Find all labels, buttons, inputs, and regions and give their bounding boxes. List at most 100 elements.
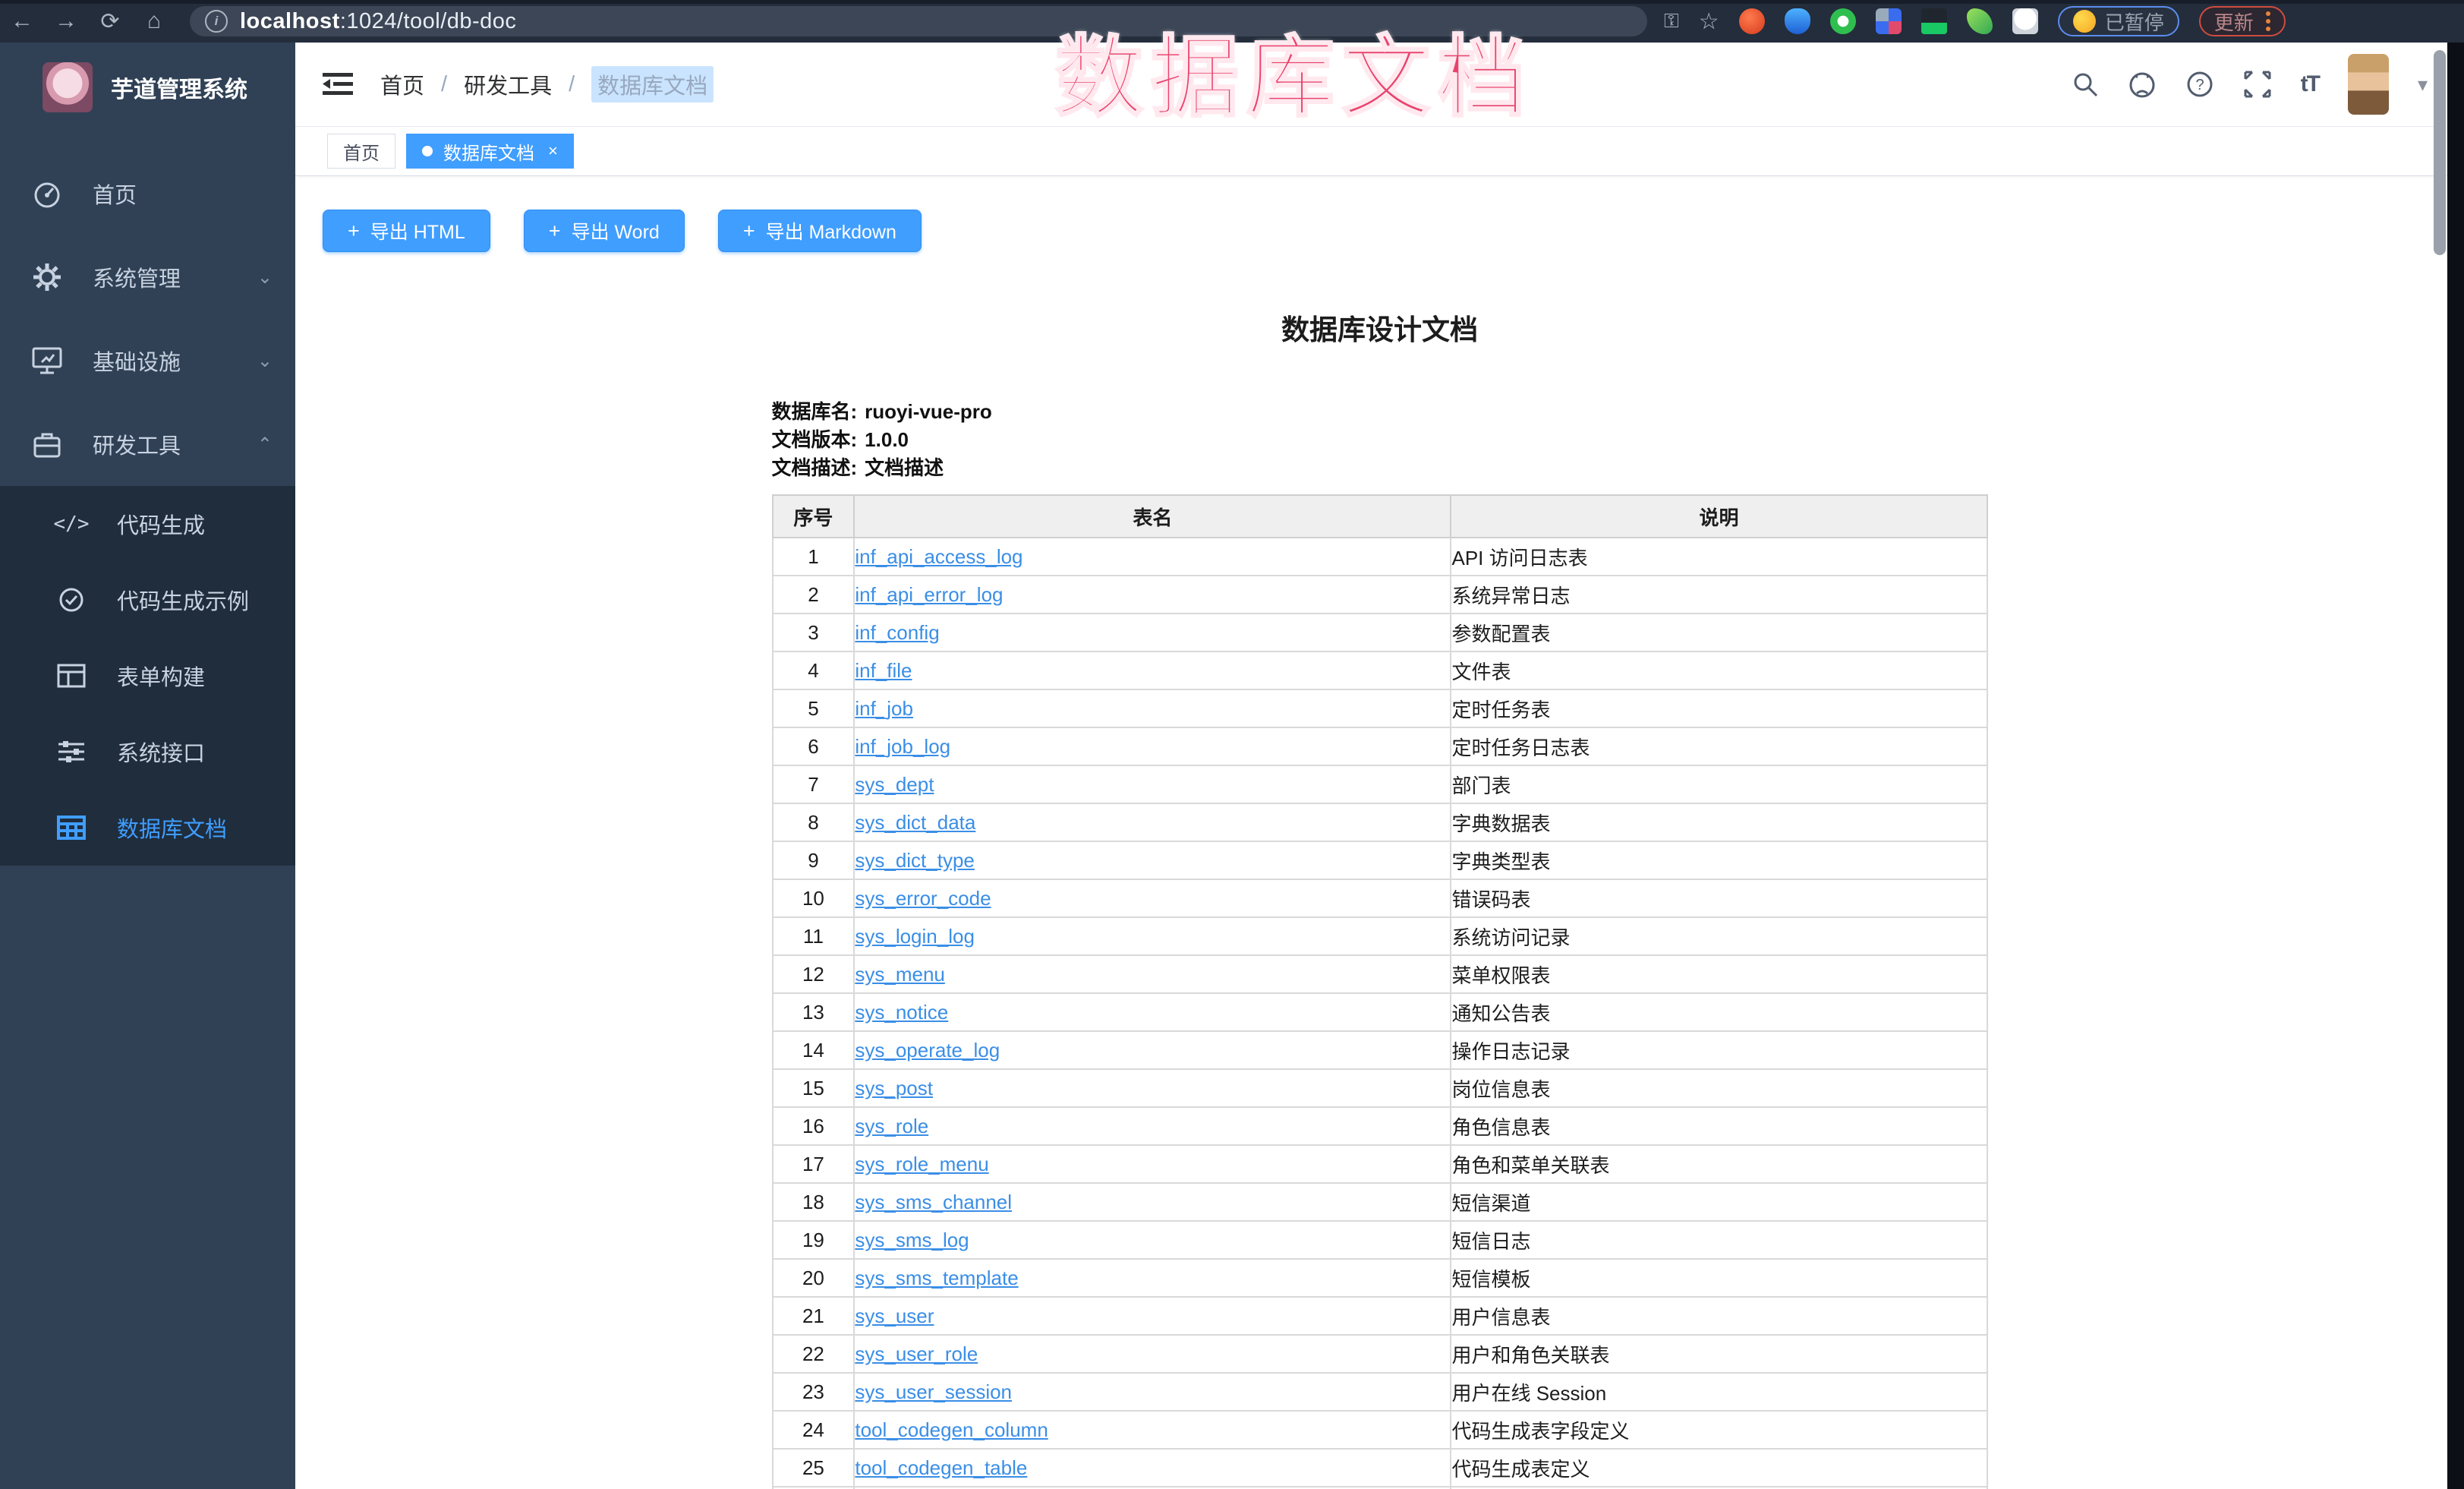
table-name-link[interactable]: sys_post	[855, 1077, 933, 1099]
cell-description: 通知公告表	[1451, 993, 1987, 1031]
table-name-link[interactable]: sys_notice	[855, 1001, 948, 1024]
url-text: localhost:1024/tool/db-doc	[240, 9, 516, 34]
sidebar-item-monitor[interactable]: 基础设施⌄	[0, 319, 295, 402]
app-logo-row[interactable]: 芋道管理系统	[0, 43, 295, 132]
table-name-link[interactable]: tool_codegen_column	[855, 1418, 1048, 1441]
table-name-link[interactable]: inf_api_error_log	[855, 583, 1003, 606]
sidebar-subitem-label: 数据库文档	[117, 812, 227, 844]
table-name-link[interactable]: sys_dept	[855, 773, 934, 796]
meta-value: 1.0.0	[865, 426, 909, 454]
table-name-link[interactable]: sys_sms_template	[855, 1267, 1018, 1289]
cell-seq: 25	[773, 1449, 855, 1487]
table-name-link[interactable]: inf_config	[855, 621, 939, 644]
sidebar-collapse-icon[interactable]	[323, 71, 353, 97]
table-name-link[interactable]: inf_file	[855, 659, 912, 682]
home-icon[interactable]: ⌂	[132, 0, 176, 43]
table-name-link[interactable]: sys_user_session	[855, 1380, 1012, 1403]
extension-icon-stack-on[interactable]	[1921, 8, 1947, 34]
tag-view-tab[interactable]: 首页	[327, 134, 395, 169]
sidebar: 芋道管理系统 首页系统管理⌄基础设施⌄研发工具⌃</>代码生成代码生成示例表单构…	[0, 43, 295, 1489]
cell-seq: 14	[773, 1031, 855, 1069]
table-name-link[interactable]: sys_user	[855, 1304, 934, 1327]
top-navbar: 首页/研发工具/数据库文档	[295, 43, 2464, 127]
cell-seq: 22	[773, 1335, 855, 1373]
page-scrollbar-thumb[interactable]	[2434, 50, 2446, 255]
export-button-word[interactable]: +导出 Word	[524, 210, 685, 252]
cell-table-name: sys_post	[854, 1069, 1451, 1107]
extension-icon-blue-drop[interactable]	[1785, 8, 1810, 34]
forward-icon[interactable]: →	[44, 0, 88, 43]
site-info-icon[interactable]: i	[205, 10, 228, 33]
table-row: 14sys_operate_log操作日志记录	[773, 1031, 1987, 1069]
table-name-link[interactable]: sys_sms_channel	[855, 1191, 1012, 1213]
reload-icon[interactable]: ⟳	[88, 0, 132, 43]
sidebar-item-label: 基础设施	[93, 345, 228, 377]
breadcrumb-item[interactable]: 首页	[380, 68, 424, 100]
extension-icon-red[interactable]	[1739, 8, 1765, 34]
cell-seq: 24	[773, 1411, 855, 1449]
table-name-link[interactable]: inf_api_access_log	[855, 545, 1022, 568]
table-name-link[interactable]: sys_role_menu	[855, 1153, 988, 1175]
sidebar-subitem-sliders[interactable]: 系统接口	[0, 714, 295, 790]
table-name-link[interactable]: sys_login_log	[855, 925, 975, 948]
table-name-link[interactable]: sys_sms_log	[855, 1229, 969, 1251]
table-name-link[interactable]: sys_error_code	[855, 887, 991, 910]
breadcrumb-item[interactable]: 研发工具	[464, 68, 552, 100]
table-name-link[interactable]: sys_dict_data	[855, 811, 975, 834]
tag-view-active[interactable]: 数据库文档 ×	[406, 134, 574, 169]
browser-menu-icon[interactable]	[2266, 11, 2270, 31]
sidebar-subitem-db-table[interactable]: 数据库文档	[0, 790, 295, 866]
cell-seq: 13	[773, 993, 855, 1031]
code-icon: </>	[55, 507, 88, 541]
cell-seq: 19	[773, 1221, 855, 1259]
extension-icon-leaf[interactable]	[1967, 8, 1993, 34]
close-icon[interactable]: ×	[548, 141, 558, 161]
export-button-markdown[interactable]: +导出 Markdown	[718, 210, 922, 252]
address-bar[interactable]: i localhost:1024/tool/db-doc	[190, 6, 1647, 36]
sidebar-subitem-code[interactable]: </>代码生成	[0, 486, 295, 562]
table-name-link[interactable]: inf_job	[855, 697, 913, 720]
extension-icon-grid[interactable]	[1876, 8, 1902, 34]
sidebar-item-dashboard[interactable]: 首页	[0, 152, 295, 235]
chevron-down-icon[interactable]: ▾	[2418, 73, 2428, 96]
profile-paused-badge[interactable]: 已暂停	[2058, 6, 2179, 36]
cell-table-name: sys_dept	[854, 765, 1451, 803]
table-name-link[interactable]: sys_menu	[855, 963, 945, 986]
extension-icon-green-check[interactable]	[1830, 8, 1856, 34]
export-button-html[interactable]: +导出 HTML	[323, 210, 490, 252]
db-doc: 数据库设计文档 数据库名:ruoyi-vue-pro文档版本:1.0.0文档描述…	[772, 307, 1988, 1489]
sidebar-subitem-form[interactable]: 表单构建	[0, 638, 295, 714]
help-icon[interactable]: ?	[2185, 70, 2214, 99]
cell-table-name: sys_sms_template	[854, 1259, 1451, 1297]
cell-table-name: sys_user_role	[854, 1335, 1451, 1373]
bookmark-star-icon[interactable]: ☆	[1699, 8, 1719, 35]
table-name-link[interactable]: tool_codegen_table	[855, 1456, 1027, 1479]
table-row: 1inf_api_access_logAPI 访问日志表	[773, 538, 1987, 576]
table-name-link[interactable]: sys_role	[855, 1115, 928, 1137]
export-button-label: 导出 HTML	[370, 217, 465, 244]
table-name-link[interactable]: sys_user_role	[855, 1342, 978, 1365]
github-icon[interactable]	[2128, 70, 2157, 99]
password-key-icon[interactable]: ⚿	[1664, 9, 1679, 33]
table-row: 7sys_dept部门表	[773, 765, 1987, 803]
tag-label: 数据库文档	[443, 138, 534, 165]
user-avatar[interactable]	[2348, 54, 2389, 115]
cell-table-name: sys_user	[854, 1297, 1451, 1335]
cell-seq: 17	[773, 1145, 855, 1183]
back-icon[interactable]: ←	[0, 0, 44, 43]
cell-description: 字典类型表	[1451, 841, 1987, 879]
table-name-link[interactable]: sys_dict_type	[855, 849, 975, 872]
font-size-icon[interactable]: tT	[2301, 71, 2319, 97]
sidebar-item-gear[interactable]: 系统管理⌄	[0, 235, 295, 319]
table-name-link[interactable]: sys_operate_log	[855, 1039, 1000, 1062]
update-button[interactable]: 更新	[2199, 6, 2286, 36]
doc-meta-row: 文档版本:1.0.0	[772, 426, 1988, 454]
sidebar-subitem-shield-check[interactable]: 代码生成示例	[0, 562, 295, 638]
window-scrollbar-track[interactable]	[2447, 43, 2464, 1489]
chevron-up-icon: ⌃	[257, 434, 273, 456]
table-name-link[interactable]: inf_job_log	[855, 735, 950, 758]
extensions-puzzle-icon[interactable]	[2012, 8, 2038, 34]
search-icon[interactable]	[2072, 71, 2099, 98]
sidebar-item-toolbox[interactable]: 研发工具⌃	[0, 402, 295, 486]
fullscreen-icon[interactable]	[2243, 70, 2272, 99]
